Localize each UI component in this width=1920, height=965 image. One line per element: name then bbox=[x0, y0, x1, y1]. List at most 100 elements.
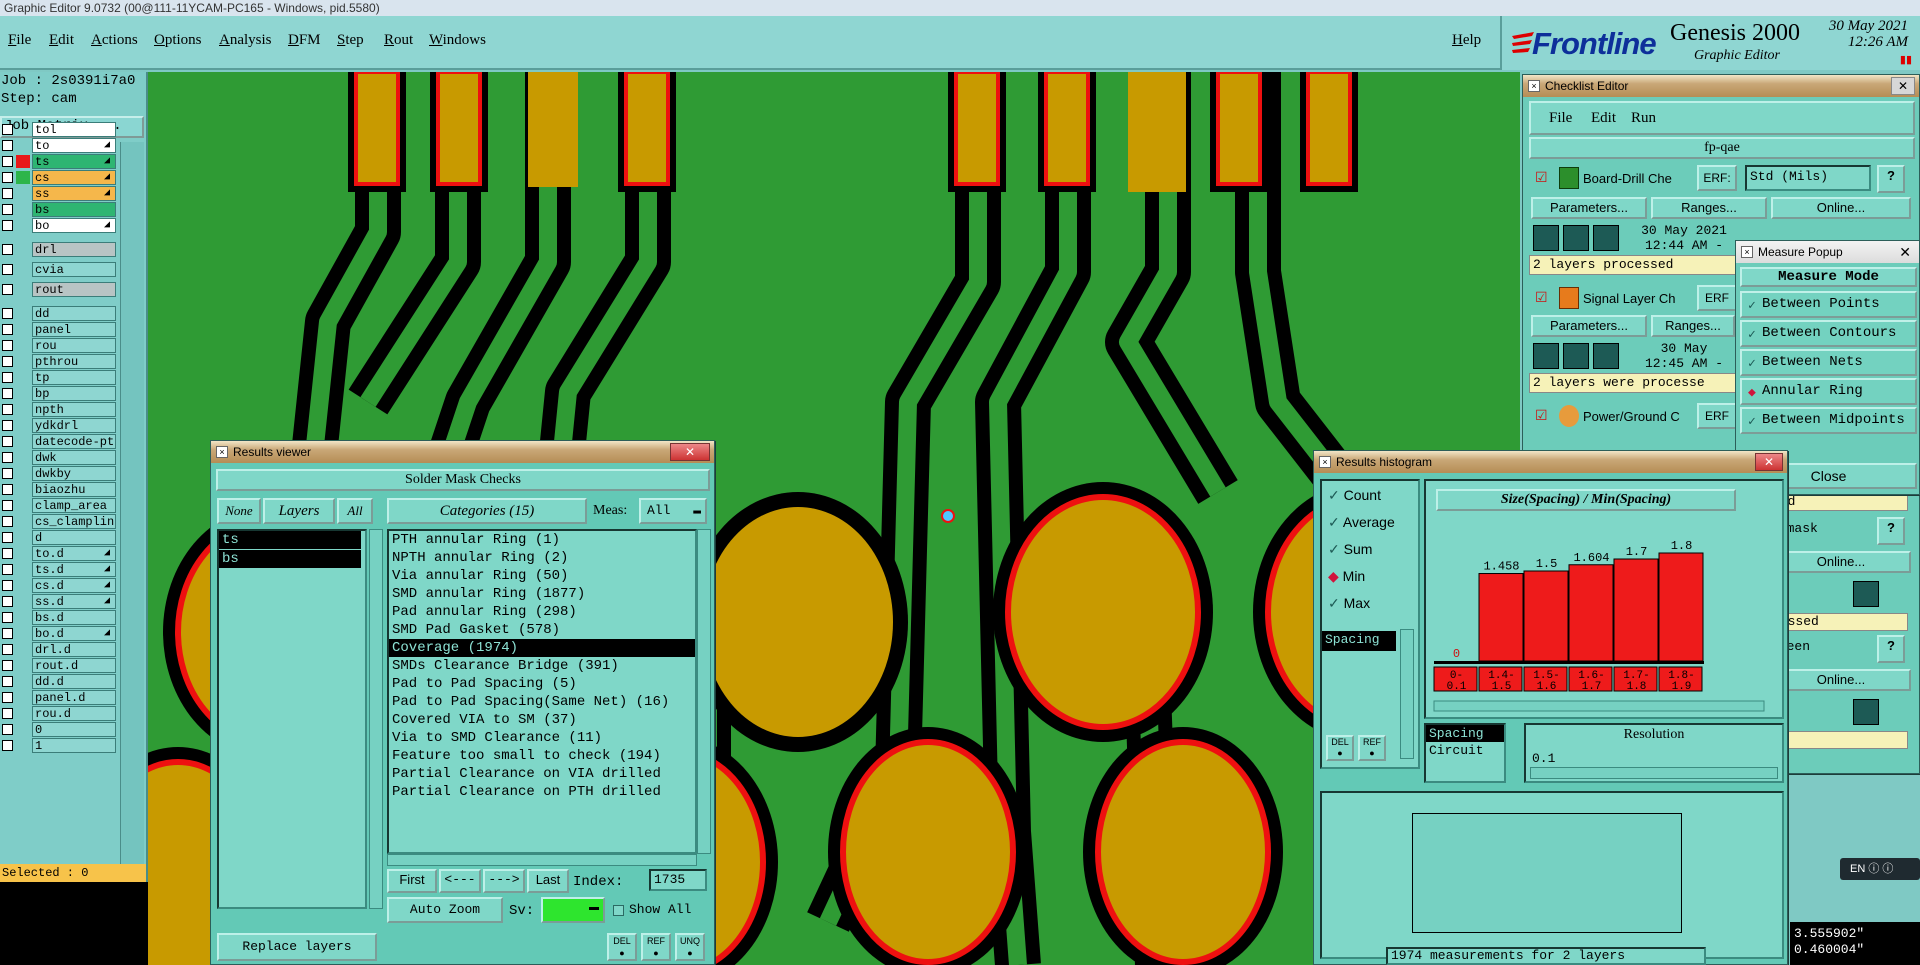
layer-name[interactable]: 1 bbox=[32, 738, 116, 753]
layer-name[interactable]: cs_clampline bbox=[32, 514, 116, 529]
layer-row[interactable]: dd.d bbox=[0, 674, 118, 689]
layer-row[interactable]: bp bbox=[0, 386, 118, 401]
layer-name[interactable]: ss.d ◢ bbox=[32, 594, 116, 609]
layer-checkbox[interactable] bbox=[2, 612, 13, 623]
none-button[interactable]: None bbox=[217, 498, 261, 524]
layer-checkbox[interactable] bbox=[2, 244, 13, 255]
layer-checkbox[interactable] bbox=[2, 204, 13, 215]
layer-checkbox[interactable] bbox=[2, 420, 13, 431]
layer-name[interactable]: npth bbox=[32, 402, 116, 417]
run-icon[interactable] bbox=[1593, 225, 1619, 251]
layer-name[interactable]: dwk bbox=[32, 450, 116, 465]
layer-checkbox[interactable] bbox=[2, 436, 13, 447]
layer-row[interactable]: drl bbox=[0, 242, 118, 257]
layer-row[interactable]: drl.d bbox=[0, 642, 118, 657]
layer-row[interactable]: cs.d ◢ bbox=[0, 578, 118, 593]
layer-name[interactable]: ss ◢ bbox=[32, 186, 116, 201]
layer-checkbox[interactable] bbox=[2, 580, 13, 591]
measure-titlebar[interactable]: × Measure Popup ✕ bbox=[1736, 241, 1919, 263]
layer-name[interactable]: rou bbox=[32, 338, 116, 353]
del-button[interactable]: DEL ● bbox=[1326, 735, 1354, 761]
layers-list[interactable]: ts bs bbox=[217, 529, 367, 909]
menu-rout[interactable]: Rout bbox=[384, 32, 413, 49]
results-viewer-titlebar[interactable]: × Results viewer ✕ bbox=[211, 441, 714, 463]
layer-name[interactable]: drl bbox=[32, 242, 116, 257]
menu-options[interactable]: Options bbox=[154, 32, 202, 49]
layer-checkbox[interactable] bbox=[2, 124, 13, 135]
layer-row[interactable]: bs bbox=[0, 202, 118, 217]
layer-row[interactable]: datecode-pts bbox=[0, 434, 118, 449]
run-icon[interactable] bbox=[1563, 343, 1589, 369]
prev-button[interactable]: <--- bbox=[439, 869, 481, 893]
layer-row[interactable]: ts ◢ bbox=[0, 154, 118, 169]
layer-name[interactable]: cs.d ◢ bbox=[32, 578, 116, 593]
layer-checkbox[interactable] bbox=[2, 532, 13, 543]
category-item[interactable]: Pad to Pad Spacing (5) bbox=[389, 675, 695, 693]
layer-name[interactable]: tol bbox=[32, 122, 116, 137]
run-icon[interactable] bbox=[1563, 225, 1589, 251]
layer-checkbox[interactable] bbox=[2, 372, 13, 383]
layer-checkbox[interactable] bbox=[2, 388, 13, 399]
category-item[interactable]: Pad to Pad Spacing(Same Net) (16) bbox=[389, 693, 695, 711]
layer-checkbox[interactable] bbox=[2, 452, 13, 463]
menu-step[interactable]: Step bbox=[337, 32, 364, 49]
category-item[interactable]: Pad annular Ring (298) bbox=[389, 603, 695, 621]
layer-name[interactable]: pthrou bbox=[32, 354, 116, 369]
language-indicator[interactable]: EN ⓘ ⓘ bbox=[1840, 858, 1920, 880]
layer-row[interactable]: rout bbox=[0, 282, 118, 297]
layer-color-swatch[interactable] bbox=[16, 155, 30, 168]
close-icon[interactable]: ✕ bbox=[1755, 453, 1783, 471]
menu-actions[interactable]: Actions bbox=[91, 32, 138, 49]
all-button[interactable]: All bbox=[337, 498, 373, 524]
layer-row[interactable]: clamp_area bbox=[0, 498, 118, 513]
layer-row[interactable]: to ◢ bbox=[0, 138, 118, 153]
category-item[interactable]: Via annular Ring (50) bbox=[389, 567, 695, 585]
layer-name[interactable]: cs ◢ bbox=[32, 170, 116, 185]
histogram-bar[interactable] bbox=[1613, 558, 1659, 662]
layer-checkbox[interactable] bbox=[2, 140, 13, 151]
layer-row[interactable]: cs_clampline bbox=[0, 514, 118, 529]
run-icon[interactable] bbox=[1533, 225, 1559, 251]
layer-name[interactable]: drl.d bbox=[32, 642, 116, 657]
layer-row[interactable]: d bbox=[0, 530, 118, 545]
resolution-slider[interactable] bbox=[1530, 767, 1778, 779]
layer-checkbox[interactable] bbox=[2, 548, 13, 559]
category-item[interactable]: SMDs Clearance Bridge (391) bbox=[389, 657, 695, 675]
category-item[interactable]: SMD Pad Gasket (578) bbox=[389, 621, 695, 639]
histogram-mode-option[interactable]: ✓ Average bbox=[1328, 514, 1395, 531]
layer-checkbox[interactable] bbox=[2, 660, 13, 671]
layer-name[interactable]: to.d ◢ bbox=[32, 546, 116, 561]
layer-checkbox[interactable] bbox=[2, 484, 13, 495]
layer-checkbox[interactable] bbox=[2, 324, 13, 335]
checklist-titlebar[interactable]: × Checklist Editor ✕ bbox=[1523, 75, 1919, 97]
category-item[interactable]: NPTH annular Ring (2) bbox=[389, 549, 695, 567]
checkbox-icon[interactable]: ☑ bbox=[1535, 169, 1548, 186]
run-icon[interactable] bbox=[1853, 581, 1879, 607]
layer-name[interactable]: cvia bbox=[32, 262, 116, 277]
layer-row[interactable]: npth bbox=[0, 402, 118, 417]
sv-color-select[interactable]: ▬ bbox=[541, 897, 605, 923]
checklist-menu-file[interactable]: File bbox=[1549, 110, 1572, 127]
checklist-menu-edit[interactable]: Edit bbox=[1591, 110, 1616, 127]
help-icon[interactable]: ? bbox=[1877, 635, 1905, 663]
layer-row[interactable]: pthrou bbox=[0, 354, 118, 369]
layer-row[interactable]: biaozhu bbox=[0, 482, 118, 497]
first-button[interactable]: First bbox=[387, 869, 437, 893]
menu-file[interactable]: File bbox=[8, 32, 31, 49]
run-icon[interactable] bbox=[1533, 343, 1559, 369]
menu-edit[interactable]: Edit bbox=[49, 32, 74, 49]
categories-list[interactable]: PTH annular Ring (1) NPTH annular Ring (2… bbox=[387, 529, 697, 854]
layer-name[interactable]: datecode-pts bbox=[32, 434, 116, 449]
layer-name[interactable]: bs.d bbox=[32, 610, 116, 625]
category-item[interactable]: Partial Clearance on PTH drilled bbox=[389, 783, 695, 801]
run-icon[interactable] bbox=[1593, 343, 1619, 369]
ref-button[interactable]: REF ● bbox=[1358, 735, 1386, 761]
unq-button[interactable]: UNQ ● bbox=[675, 933, 705, 961]
layer-checkbox[interactable] bbox=[2, 708, 13, 719]
layer-row[interactable]: ss.d ◢ bbox=[0, 594, 118, 609]
checkbox-icon[interactable]: ☑ bbox=[1535, 289, 1548, 306]
layer-checkbox[interactable] bbox=[2, 564, 13, 575]
layer-name[interactable]: biaozhu bbox=[32, 482, 116, 497]
histogram-mode-option[interactable]: ✓ Max bbox=[1328, 595, 1370, 612]
layer-row[interactable]: ss ◢ bbox=[0, 186, 118, 201]
